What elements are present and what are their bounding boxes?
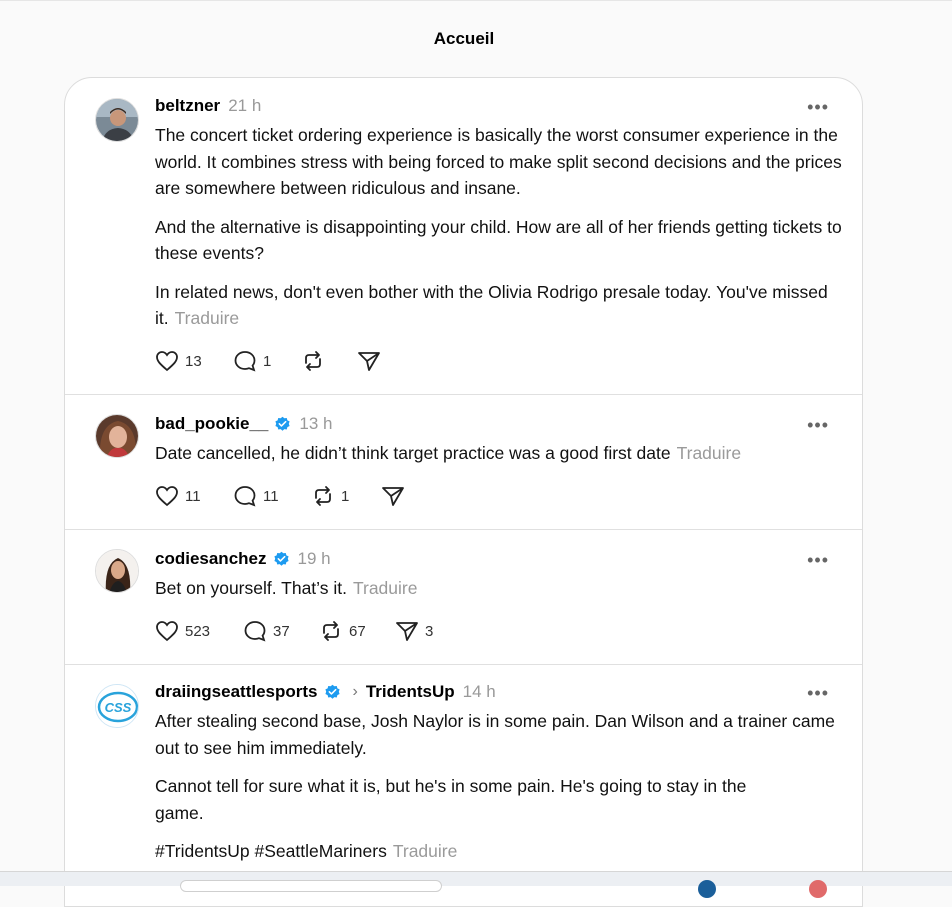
post-header: bad_pookie__ 13 h [155, 414, 332, 434]
like-button[interactable]: 13 [155, 350, 233, 372]
search-bar[interactable] [180, 880, 442, 892]
post-body: Date cancelled, he didn’t think target p… [155, 440, 845, 479]
post: codiesanchez 19 h ••• Bet on yourself. T… [65, 529, 862, 665]
comment-icon [234, 486, 256, 507]
post-text: And the alternative is disappointing you… [155, 216, 842, 264]
heart-icon [156, 621, 178, 642]
taskbar-app-icon[interactable] [809, 880, 827, 898]
avatar[interactable] [95, 414, 139, 458]
post-body: Bet on yourself. That’s it. Traduire [155, 575, 845, 614]
like-button[interactable]: 523 [155, 620, 243, 642]
heart-icon [156, 486, 178, 507]
timestamp[interactable]: 13 h [299, 414, 332, 434]
post-actions: 523 37 67 3 [155, 620, 433, 642]
timestamp[interactable]: 21 h [228, 96, 261, 116]
avatar[interactable] [95, 549, 139, 593]
timestamp[interactable]: 19 h [298, 549, 331, 569]
reply-button[interactable]: 11 [233, 485, 311, 507]
username[interactable]: draiingseattlesports [155, 682, 318, 702]
post-header: codiesanchez 19 h [155, 549, 331, 569]
verified-badge-icon [324, 684, 340, 699]
share-count: 3 [425, 622, 434, 640]
reply-count: 37 [273, 622, 290, 640]
post-body: The concert ticket ordering experience i… [155, 122, 845, 344]
translate-link[interactable]: Traduire [393, 841, 458, 861]
repost-count: 67 [349, 622, 366, 640]
share-button[interactable]: 3 [395, 620, 433, 642]
post-actions: 11 11 1 [155, 485, 411, 507]
share-button[interactable] [381, 485, 411, 507]
avatar-logo-text: CSS [105, 700, 132, 715]
repost-button[interactable] [301, 350, 357, 372]
post-text: After stealing second base, Josh Naylor … [155, 711, 835, 758]
post-header: beltzner 21 h [155, 96, 261, 116]
post-text: In related news, don't even bother with … [155, 281, 828, 329]
reply-count: 11 [263, 487, 279, 505]
comment-icon [244, 621, 266, 642]
chevron-right-icon: › [352, 683, 358, 700]
verified-badge-icon [275, 416, 290, 431]
more-options-icon[interactable]: ••• [807, 98, 829, 116]
reply-button[interactable]: 1 [233, 350, 301, 372]
more-options-icon[interactable]: ••• [807, 551, 829, 569]
post-text: Cannot tell for sure what it is, but he'… [155, 776, 747, 823]
username[interactable]: codiesanchez [155, 549, 267, 569]
post-actions: 13 1 [155, 350, 387, 372]
reply-to-topic[interactable]: TridentsUp [366, 682, 455, 702]
post-text: Date cancelled, he didn’t think target p… [155, 443, 671, 463]
reply-button[interactable]: 37 [243, 620, 319, 642]
timestamp[interactable]: 14 h [463, 682, 496, 702]
bottom-taskbar [0, 871, 952, 898]
repost-count: 1 [341, 487, 350, 505]
repost-button[interactable]: 67 [319, 620, 395, 642]
translate-link[interactable]: Traduire [353, 578, 418, 598]
share-button[interactable] [357, 350, 387, 372]
post-text: Bet on yourself. That’s it. [155, 578, 347, 598]
post-header: draiingseattlesports › TridentsUp 14 h [155, 682, 496, 702]
send-icon [358, 352, 380, 371]
repost-button[interactable]: 1 [311, 485, 381, 507]
avatar[interactable]: CSS [95, 684, 139, 728]
like-count: 13 [185, 352, 202, 370]
translate-link[interactable]: Traduire [677, 443, 742, 463]
taskbar-app-icon[interactable] [698, 880, 716, 898]
post-text: The concert ticket ordering experience i… [155, 125, 842, 198]
hashtags[interactable]: #TridentsUp #SeattleMariners [155, 841, 387, 861]
like-button[interactable]: 11 [155, 485, 233, 507]
avatar[interactable] [95, 98, 139, 142]
like-count: 11 [185, 487, 201, 505]
heart-icon [156, 351, 178, 372]
send-icon [396, 622, 418, 641]
post: beltzner 21 h ••• The concert ticket ord… [65, 78, 862, 395]
more-options-icon[interactable]: ••• [807, 416, 829, 434]
repost-icon [315, 486, 331, 506]
username[interactable]: beltzner [155, 96, 220, 116]
more-options-icon[interactable]: ••• [807, 684, 829, 702]
post: bad_pookie__ 13 h ••• Date cancelled, he… [65, 394, 862, 530]
like-count: 523 [185, 622, 211, 640]
username[interactable]: bad_pookie__ [155, 414, 268, 434]
translate-link[interactable]: Traduire [175, 308, 240, 328]
comment-icon [234, 351, 256, 372]
top-divider [0, 0, 952, 1]
feed: beltzner 21 h ••• The concert ticket ord… [64, 77, 863, 907]
reply-count: 1 [263, 352, 272, 370]
send-icon [382, 487, 404, 506]
page-title: Accueil [433, 29, 495, 48]
repost-icon [323, 621, 339, 641]
repost-icon [305, 351, 321, 371]
verified-badge-icon [273, 551, 289, 566]
post-body: After stealing second base, Josh Naylor … [155, 708, 835, 877]
